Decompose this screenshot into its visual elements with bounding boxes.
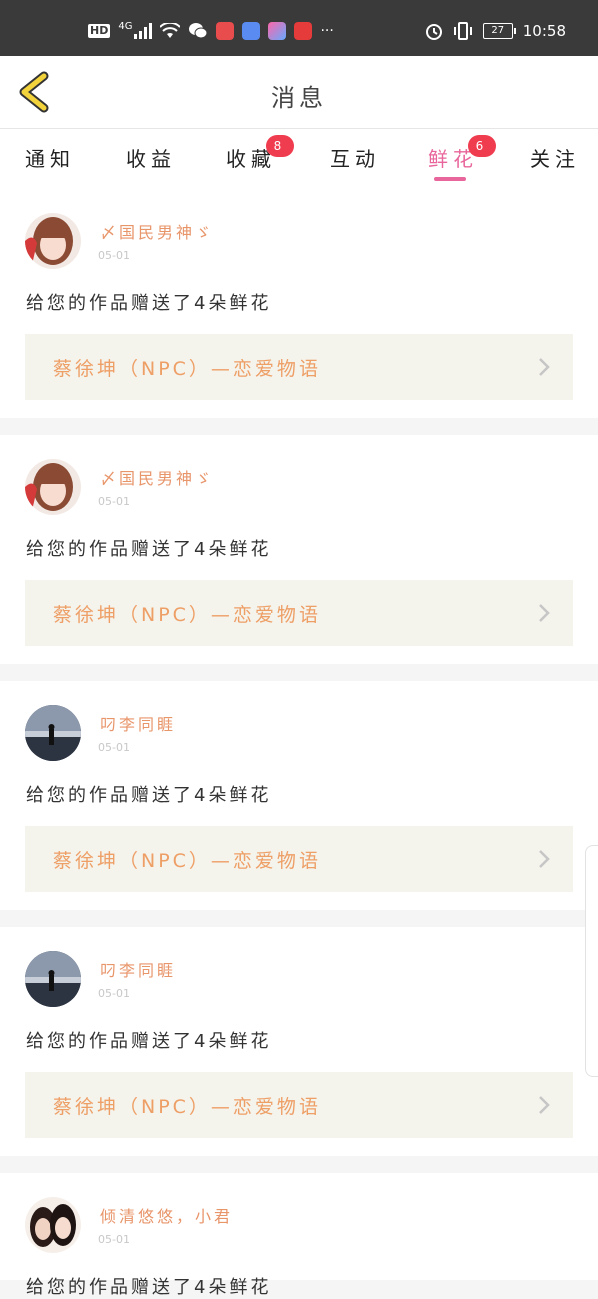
gallery-app-icon <box>268 22 287 40</box>
chevron-right-icon <box>539 850 550 868</box>
silhouette-avatar[interactable] <box>25 705 81 761</box>
signal-icon <box>134 23 153 39</box>
alarm-icon <box>425 24 442 40</box>
girl-avatar[interactable] <box>25 213 81 269</box>
hd-indicator: HD <box>88 24 111 38</box>
message-date: 05-01 <box>98 249 130 262</box>
silhouette-avatar[interactable] <box>25 951 81 1007</box>
work-link[interactable]: 蔡徐坤（NPC）—恋爱物语 <box>25 580 573 646</box>
list-item: 倾清悠悠，小君 05-01 给您的作品赠送了4朵鲜花 <box>0 1173 598 1298</box>
music-app-icon <box>242 22 261 40</box>
battery-icon: 27 <box>482 23 516 39</box>
chevron-right-icon <box>539 604 550 622</box>
girl-avatar[interactable] <box>25 459 81 515</box>
work-title: 蔡徐坤（NPC）—恋爱物语 <box>53 1096 321 1118</box>
list-item: 叼李同睚 05-01 给您的作品赠送了4朵鲜花 蔡徐坤（NPC）—恋爱物语 <box>0 681 598 910</box>
signal-type: 4G <box>118 20 133 32</box>
chevron-right-icon <box>539 1096 550 1114</box>
tab-label: 通知 <box>25 147 75 171</box>
work-title: 蔡徐坤（NPC）—恋爱物语 <box>53 604 321 626</box>
more-notifications-icon: ··· <box>320 23 334 39</box>
wifi-icon <box>160 23 181 38</box>
message-date: 05-01 <box>98 1233 130 1246</box>
message-text: 给您的作品赠送了4朵鲜花 <box>26 1031 272 1052</box>
message-text: 给您的作品赠送了4朵鲜花 <box>26 1277 272 1298</box>
side-scroll-handle[interactable] <box>585 845 598 1077</box>
username[interactable]: 倾清悠悠，小君 <box>100 1203 233 1227</box>
message-text: 给您的作品赠送了4朵鲜花 <box>26 293 272 314</box>
username[interactable]: 〆国民男神ゞ <box>100 219 214 243</box>
tab-interactions[interactable]: 互动 <box>330 143 380 172</box>
username[interactable]: 〆国民男神ゞ <box>100 465 214 489</box>
tab-label: 收益 <box>126 147 176 171</box>
chevron-right-icon <box>539 358 550 376</box>
list-item: 叼李同睚 05-01 给您的作品赠送了4朵鲜花 蔡徐坤（NPC）—恋爱物语 <box>0 927 598 1156</box>
unread-badge: 6 <box>468 135 496 157</box>
status-left-icons: HD 4G ··· <box>88 20 334 40</box>
books-app-icon <box>294 22 313 40</box>
work-link[interactable]: 蔡徐坤（NPC）—恋爱物语 <box>25 334 573 400</box>
two-girls-avatar[interactable] <box>25 1197 81 1253</box>
message-text: 给您的作品赠送了4朵鲜花 <box>26 539 272 560</box>
tab-notifications[interactable]: 通知 <box>25 143 75 172</box>
app-header: 消息 <box>0 56 598 129</box>
username[interactable]: 叼李同睚 <box>100 957 176 981</box>
mail-app-icon <box>216 22 235 40</box>
unread-badge: 8 <box>266 135 294 157</box>
tab-favorites[interactable]: 收藏 8 <box>226 135 294 172</box>
tab-earnings[interactable]: 收益 <box>126 143 176 172</box>
message-date: 05-01 <box>98 741 130 754</box>
message-date: 05-01 <box>98 495 130 508</box>
work-title: 蔡徐坤（NPC）—恋爱物语 <box>53 358 321 380</box>
tab-bar: 通知 收益 收藏 8 互动 鲜花 6 关注 <box>0 129 598 189</box>
clock: 10:58 <box>522 22 566 40</box>
vibrate-icon <box>453 22 472 40</box>
status-bar: HD 4G ··· 27 10:58 <box>0 0 598 56</box>
tab-flowers[interactable]: 鲜花 6 <box>428 135 496 172</box>
status-right-icons: 27 10:58 <box>425 22 566 40</box>
tab-label: 关注 <box>530 147 580 171</box>
work-title: 蔡徐坤（NPC）—恋爱物语 <box>53 850 321 872</box>
wechat-icon <box>189 23 208 39</box>
list-item: 〆国民男神ゞ 05-01 给您的作品赠送了4朵鲜花 蔡徐坤（NPC）—恋爱物语 <box>0 189 598 418</box>
list-item: 〆国民男神ゞ 05-01 给您的作品赠送了4朵鲜花 蔡徐坤（NPC）—恋爱物语 <box>0 435 598 664</box>
message-text: 给您的作品赠送了4朵鲜花 <box>26 785 272 806</box>
username[interactable]: 叼李同睚 <box>100 711 176 735</box>
work-link[interactable]: 蔡徐坤（NPC）—恋爱物语 <box>25 1072 573 1138</box>
message-date: 05-01 <box>98 987 130 1000</box>
page-title: 消息 <box>271 84 327 112</box>
tab-label: 互动 <box>330 147 380 171</box>
active-tab-indicator <box>434 177 466 181</box>
tab-following[interactable]: 关注 <box>530 143 580 172</box>
work-link[interactable]: 蔡徐坤（NPC）—恋爱物语 <box>25 826 573 892</box>
